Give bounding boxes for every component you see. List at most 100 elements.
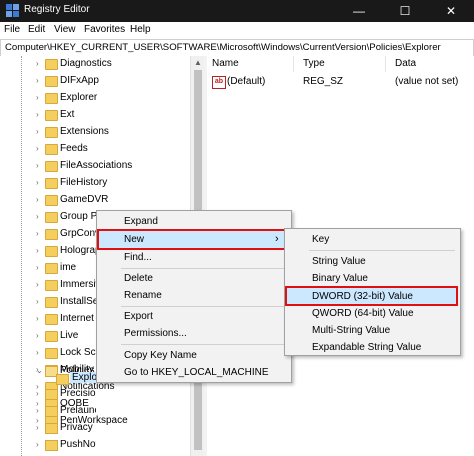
expand-caret-icon[interactable]: › (36, 297, 39, 306)
expand-caret-icon[interactable]: › (36, 93, 39, 102)
menu-item-goto-hklm[interactable]: Go to HKEY_LOCAL_MACHINE (97, 364, 291, 382)
menu-edit[interactable]: Edit (28, 24, 45, 35)
menu-item-permissions[interactable]: Permissions... (97, 325, 291, 343)
folder-icon (45, 440, 58, 451)
expand-caret-icon[interactable]: › (36, 110, 39, 119)
expand-caret-icon[interactable]: › (36, 195, 39, 204)
tree-item[interactable]: › DIFxApp (0, 73, 190, 90)
folder-icon (45, 246, 58, 257)
folder-icon (45, 212, 58, 223)
menu-item-label: Rename (124, 290, 162, 301)
tree-item[interactable]: › Ext (0, 107, 190, 124)
address-path: Computer\HKEY_CURRENT_USER\SOFTWARE\Micr… (5, 42, 441, 53)
expand-caret-icon[interactable]: › (36, 331, 39, 340)
tree-item-label: FileHistory (60, 177, 108, 188)
tree-item[interactable]: › FileAssociations (0, 158, 190, 175)
title-bar: Registry Editor — ☐ ✕ (0, 0, 474, 22)
folder-icon (45, 76, 58, 87)
column-header-type[interactable]: Type (303, 58, 325, 69)
expand-caret-icon[interactable]: › (36, 389, 39, 398)
expand-caret-icon[interactable]: › (36, 229, 39, 238)
menu-favorites[interactable]: Favorites (84, 24, 125, 35)
expand-caret-icon[interactable]: › (36, 263, 39, 272)
submenu-item-qword[interactable]: QWORD (64-bit) Value (285, 305, 460, 323)
expand-caret-icon[interactable]: › (36, 314, 39, 323)
expand-caret-icon[interactable]: › (36, 178, 39, 187)
tree-item[interactable]: › FileHistory (0, 175, 190, 192)
column-header-data[interactable]: Data (395, 58, 416, 69)
expand-caret-icon[interactable]: › (36, 440, 39, 449)
tree-item-label: Ext (60, 109, 75, 120)
menu-item-label: Export (124, 311, 153, 322)
expand-caret-icon[interactable]: › (36, 246, 39, 255)
expand-caret-icon[interactable]: › (36, 161, 39, 170)
submenu-item-multi-string[interactable]: Multi-String Value (285, 322, 460, 340)
folder-icon (45, 389, 58, 400)
close-button[interactable]: ✕ (428, 0, 474, 22)
tree-item-label: Live (60, 330, 79, 341)
menu-item-label: Delete (124, 273, 153, 284)
tree-item[interactable]: › PushNotifications (36, 437, 96, 454)
column-divider[interactable] (385, 56, 386, 72)
tree-lower: ⌄Policies Explorer ›PrecisionTouchPad ›P… (0, 363, 96, 456)
expand-caret-icon[interactable]: › (36, 348, 39, 357)
tree-item[interactable]: › Privacy (36, 420, 96, 437)
maximize-button[interactable]: ☐ (382, 0, 428, 22)
tree-item-label: Privacy (60, 422, 93, 433)
string-value-icon: ab (212, 76, 226, 89)
expand-caret-icon[interactable]: › (36, 76, 39, 85)
tree-item-label: GrpConv (60, 228, 101, 239)
tree-item-label: FileAssociations (60, 160, 133, 171)
tree-item-label: GameDVR (60, 194, 109, 205)
menu-item-new[interactable]: New › (97, 229, 289, 250)
tree-item-label: Explorer (70, 372, 96, 383)
tree-item[interactable]: › GameDVR (0, 192, 190, 209)
folder-icon (45, 59, 58, 70)
minimize-button[interactable]: — (336, 0, 382, 22)
expand-caret-icon[interactable]: › (36, 59, 39, 68)
value-data: (value not set) (395, 76, 459, 87)
tree-item[interactable]: › Prelaunch (36, 403, 96, 420)
menu-bar: File Edit View Favorites Help (0, 22, 474, 39)
menu-item-label: Copy Key Name (124, 350, 197, 361)
menu-item-export[interactable]: Export (97, 308, 291, 326)
menu-file[interactable]: File (4, 24, 20, 35)
submenu-item-key[interactable]: Key (285, 231, 460, 249)
expand-caret-icon[interactable]: › (36, 144, 39, 153)
expand-caret-icon[interactable]: › (36, 127, 39, 136)
tree-item-label: PushNotifications (60, 439, 96, 450)
tree-item[interactable]: › PrecisionTouchPad (36, 386, 96, 403)
menu-item-label: Go to HKEY_LOCAL_MACHINE (124, 367, 269, 378)
tree-item-label: ime (60, 262, 77, 273)
menu-view[interactable]: View (54, 24, 76, 35)
column-divider[interactable] (293, 56, 294, 72)
expand-caret-icon[interactable]: › (36, 406, 39, 415)
menu-item-copy-key-name[interactable]: Copy Key Name (97, 347, 291, 365)
folder-icon (45, 161, 58, 172)
submenu-item-dword[interactable]: DWORD (32-bit) Value (285, 286, 458, 306)
tree-item[interactable]: › Diagnostics (0, 56, 190, 73)
expand-caret-icon[interactable]: › (36, 280, 39, 289)
column-header-name[interactable]: Name (212, 58, 239, 69)
menu-item-delete[interactable]: Delete (97, 270, 291, 288)
expand-caret-icon[interactable]: › (36, 212, 39, 221)
tree-item-label: Prelaunch (60, 405, 96, 416)
menu-item-label: Multi-String Value (312, 325, 391, 336)
scroll-up-icon[interactable]: ▲ (194, 58, 202, 67)
tree-item[interactable]: › Explorer (0, 90, 190, 107)
expand-caret-icon[interactable]: › (36, 423, 39, 432)
tree-item-label: DIFxApp (60, 75, 99, 86)
menu-separator (309, 250, 455, 251)
tree-item[interactable]: › Feeds (0, 141, 190, 158)
address-bar[interactable]: Computer\HKEY_CURRENT_USER\SOFTWARE\Micr… (0, 39, 474, 57)
submenu-item-expandable-string[interactable]: Expandable String Value (285, 339, 460, 357)
value-name[interactable]: (Default) (227, 76, 265, 87)
tree-item[interactable]: › Extensions (0, 124, 190, 141)
collapse-caret-icon[interactable]: ⌄ (36, 366, 43, 375)
submenu-item-string-value[interactable]: String Value (285, 253, 460, 271)
menu-separator (121, 344, 285, 345)
menu-item-rename[interactable]: Rename (97, 287, 291, 305)
menu-item-find[interactable]: Find... (97, 249, 291, 267)
folder-icon (45, 348, 58, 359)
menu-help[interactable]: Help (130, 24, 151, 35)
